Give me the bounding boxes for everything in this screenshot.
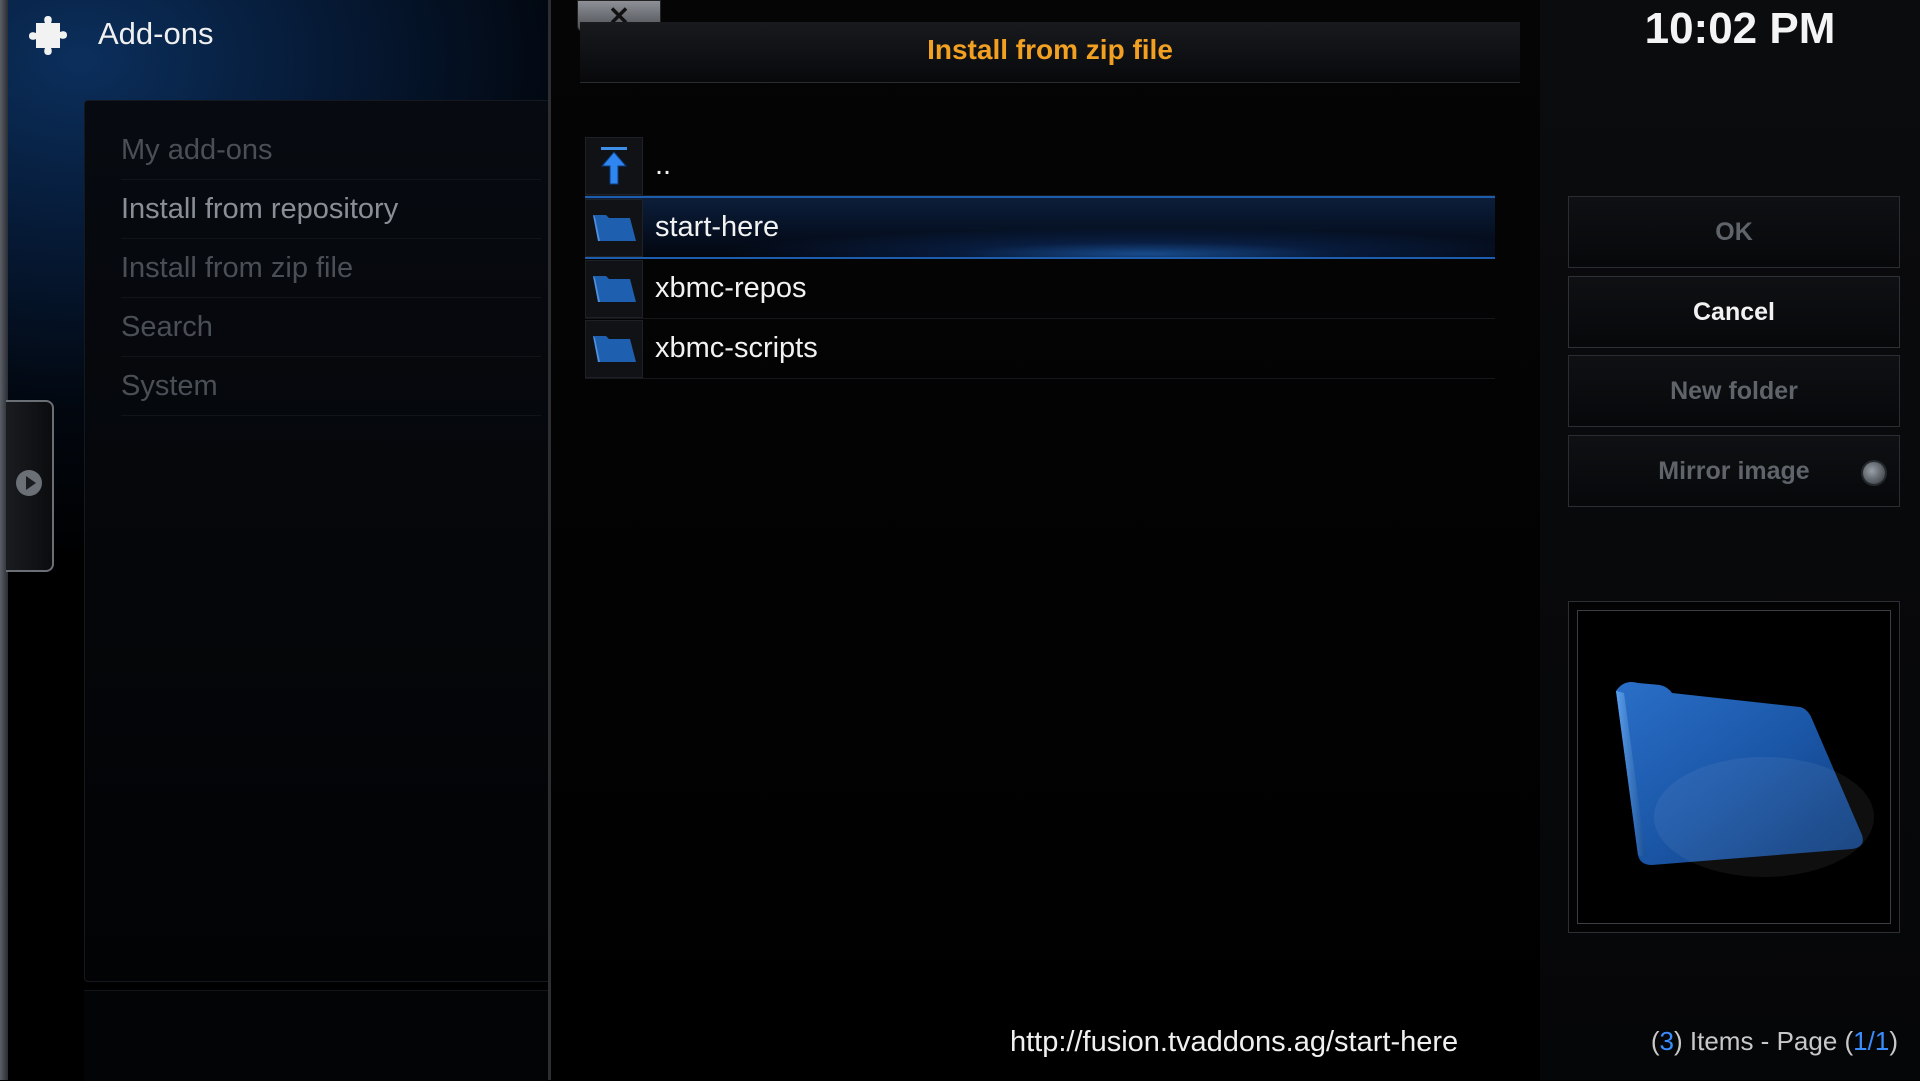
folder-icon xyxy=(585,259,643,318)
menu-item-label: Install from repository xyxy=(121,193,399,225)
file-row-label: .. xyxy=(655,149,672,181)
mirror-image-label: Mirror image xyxy=(1658,456,1810,485)
menu-item-my-addons[interactable]: My add-ons xyxy=(121,121,541,180)
dialog-title: Install from zip file xyxy=(927,34,1173,65)
ok-button[interactable]: OK xyxy=(1568,196,1900,268)
preview-thumbnail xyxy=(1568,601,1900,933)
new-folder-button[interactable]: New folder xyxy=(1568,355,1900,427)
file-row-label: xbmc-scripts xyxy=(655,332,818,364)
items-close-paren: ) xyxy=(1889,1026,1898,1056)
clock: 10:02 PM xyxy=(1644,4,1836,53)
file-row-parent[interactable]: .. xyxy=(585,136,1495,196)
items-count: 3 xyxy=(1659,1026,1675,1056)
folder-icon xyxy=(585,198,643,257)
cancel-button-label: Cancel xyxy=(1693,297,1775,326)
puzzle-piece-icon xyxy=(29,16,67,55)
items-open-paren: ( xyxy=(1650,1026,1660,1056)
items-label: ) Items - Page ( xyxy=(1674,1026,1854,1056)
window-title: Add-ons xyxy=(98,16,214,51)
file-list: .. start-here xbmc-repos xbmc-scripts xyxy=(585,136,1495,379)
file-row-label: start-here xyxy=(655,211,780,243)
side-blade-arrow-icon[interactable] xyxy=(16,470,42,496)
page-indicator: 1/1 xyxy=(1853,1026,1890,1056)
preview-frame xyxy=(1577,610,1891,924)
parent-folder-arrow-icon xyxy=(585,136,643,195)
menu-item-label: System xyxy=(121,370,218,402)
menu-item-label: Search xyxy=(121,311,213,343)
large-folder-icon xyxy=(1616,682,1874,877)
folder-icon xyxy=(585,319,643,378)
cancel-button[interactable]: Cancel xyxy=(1568,276,1900,348)
menu-item-install-from-repository[interactable]: Install from repository xyxy=(121,180,541,239)
menu-panel-footer xyxy=(84,990,549,1081)
menu-item-system[interactable]: System xyxy=(121,357,541,416)
menu-item-install-from-zip[interactable]: Install from zip file xyxy=(121,239,541,298)
mirror-image-toggle[interactable]: Mirror image xyxy=(1568,435,1900,507)
new-folder-button-label: New folder xyxy=(1670,376,1798,405)
menu-item-label: My add-ons xyxy=(121,134,273,166)
addons-menu-panel: My add-ons Install from repository Insta… xyxy=(84,100,551,982)
current-path: http://fusion.tvaddons.ag/start-here xyxy=(1010,1026,1459,1058)
file-row-xbmc-repos[interactable]: xbmc-repos xyxy=(585,259,1495,319)
ok-button-label: OK xyxy=(1715,217,1753,246)
menu-item-label: Install from zip file xyxy=(121,252,354,284)
items-page-info: (3) Items - Page (1/1) xyxy=(1600,1026,1898,1057)
window-header: Add-ons xyxy=(28,6,213,62)
menu-item-search[interactable]: Search xyxy=(121,298,541,357)
toggle-radio-icon xyxy=(1861,460,1887,486)
file-row-xbmc-scripts[interactable]: xbmc-scripts xyxy=(585,319,1495,379)
file-row-start-here[interactable]: start-here xyxy=(585,196,1495,259)
file-row-label: xbmc-repos xyxy=(655,272,807,304)
